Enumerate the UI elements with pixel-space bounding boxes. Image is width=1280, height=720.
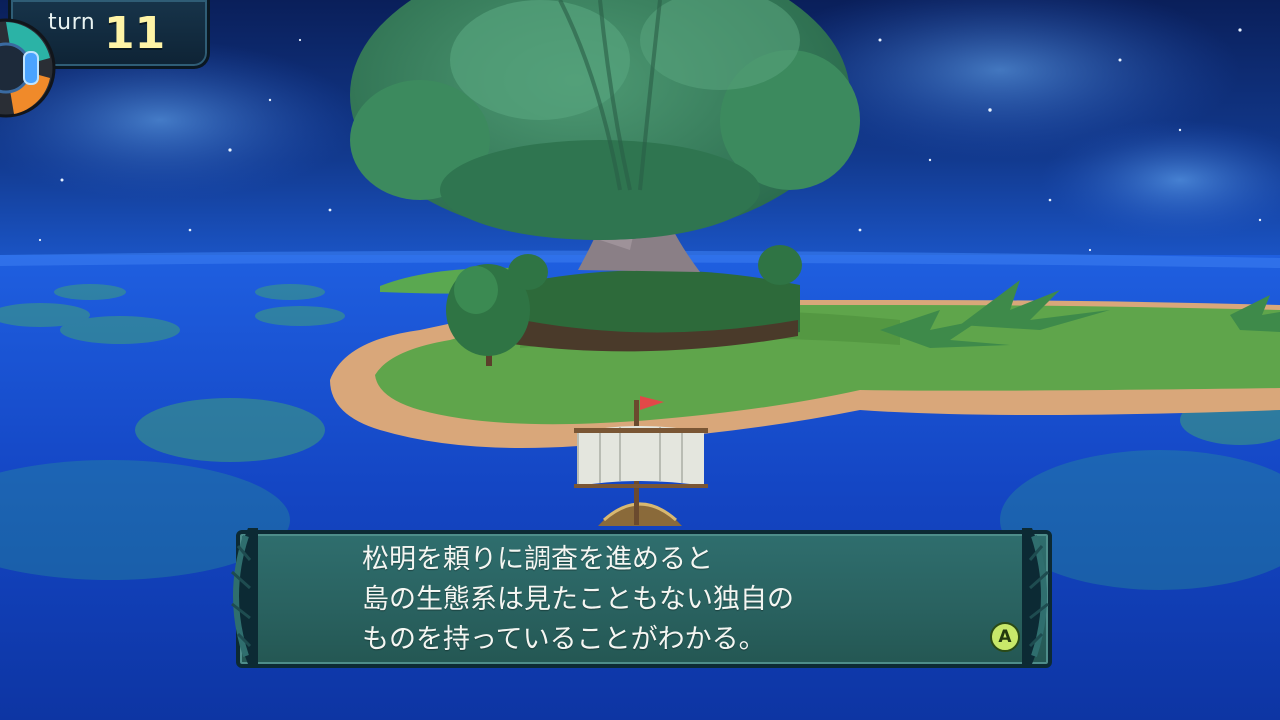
turn-counter-hud: turn 11 <box>0 0 210 120</box>
dialog-message: 松明を頼りに調査を進めると 島の生態系は見たこともない独自の ものを持っているこ… <box>362 540 1002 660</box>
advance-a-button[interactable]: A <box>990 622 1020 652</box>
dialog-box[interactable]: 松明を頼りに調査を進めると 島の生態系は見たこともない独自の ものを持っているこ… <box>218 526 1062 668</box>
dialog-right-cap <box>1022 528 1049 664</box>
compass-icon <box>0 18 56 118</box>
dialog-line: 島の生態系は見たこともない独自の <box>362 584 794 615</box>
dialog-line: ものを持っていることがわかる。 <box>362 624 766 655</box>
dialog-line: 松明を頼りに調査を進めると <box>362 544 713 575</box>
dialog-left-cap <box>231 528 258 664</box>
turn-value: 11 <box>104 8 166 59</box>
